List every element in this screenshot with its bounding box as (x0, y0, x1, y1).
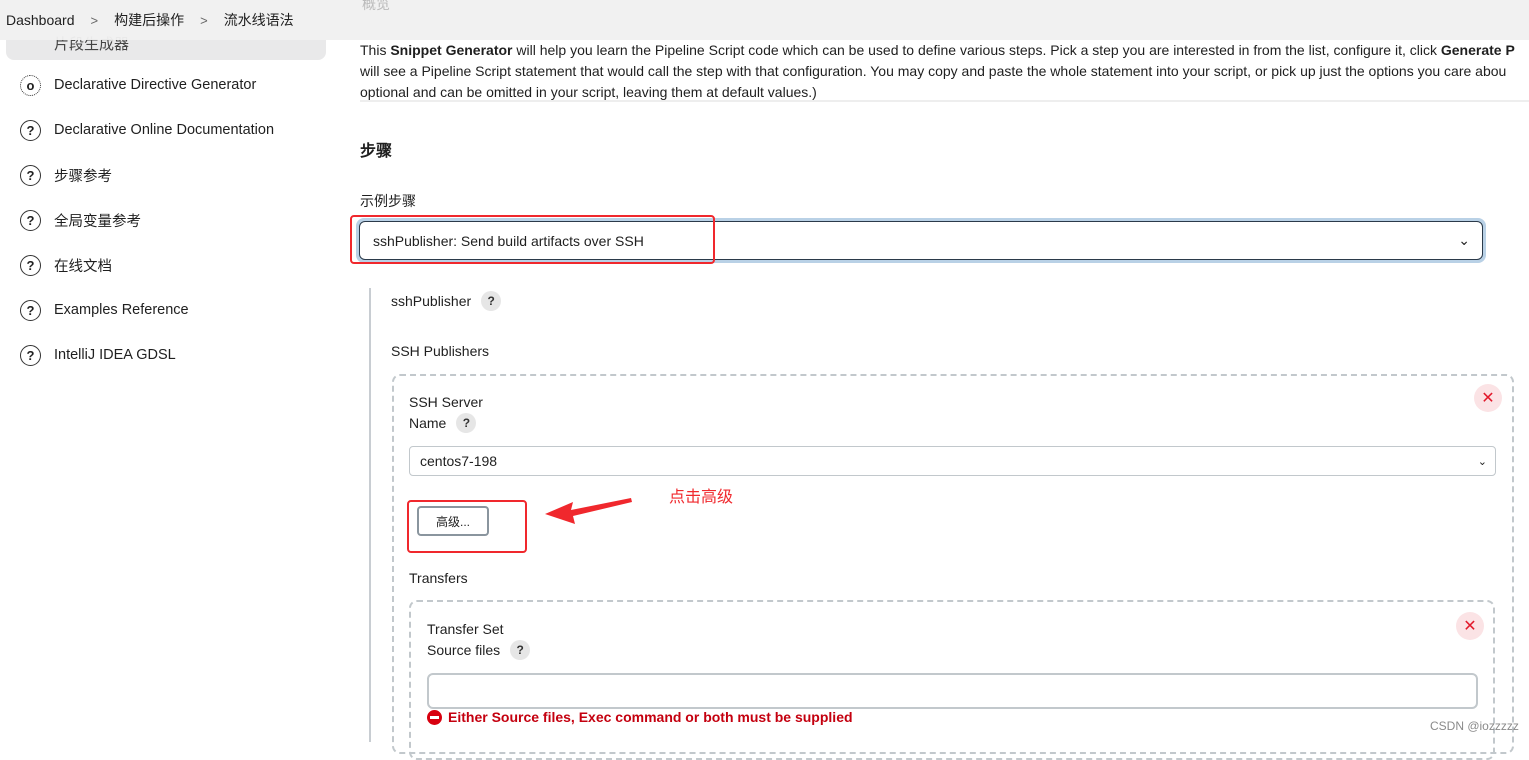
error-icon (427, 709, 442, 725)
ssh-publishers-label: SSH Publishers (391, 343, 490, 359)
chevron-down-icon: ⌄ (1458, 232, 1470, 248)
snippet-description: This Snippet Generator will help you lea… (360, 40, 1529, 102)
help-circle-icon: ? (20, 164, 41, 186)
sidebar-item-intellij-gdsl[interactable]: ? IntelliJ IDEA GDSL (20, 343, 176, 367)
chevron-down-icon: ⌄ (1477, 455, 1487, 468)
watermark: CSDN @iozzzzz (1430, 719, 1519, 733)
ssh-server-name-value: centos7-198 (420, 453, 498, 469)
help-icon[interactable]: ? (481, 291, 502, 311)
source-files-input[interactable] (427, 673, 1478, 709)
sidebar-item-online-docs[interactable]: ? Declarative Online Documentation (20, 118, 274, 142)
sidebar-item-directive-generator[interactable]: o Declarative Directive Generator (20, 73, 256, 97)
sidebar-item-label: Declarative Directive Generator (54, 77, 257, 93)
help-circle-icon: ? (20, 209, 41, 231)
transfer-set-label: Transfer Set (427, 621, 504, 637)
help-icon[interactable]: ? (456, 413, 477, 433)
highlight-box (407, 500, 527, 553)
source-files-field: Source files? (427, 640, 531, 660)
overview-heading: 概览 (362, 0, 390, 12)
sidebar-item-label: Examples Reference (54, 302, 189, 318)
breadcrumb-pipeline-syntax[interactable]: 流水线语法 (224, 10, 294, 30)
steps-heading: 步骤 (360, 143, 393, 160)
ssh-publisher-field: sshPublisher? (391, 291, 502, 311)
sidebar-item-global-vars[interactable]: ? 全局变量参考 (20, 208, 141, 232)
close-icon[interactable]: ✕ (1474, 384, 1502, 412)
chevron-right-icon: > (200, 12, 208, 28)
annotation-text: 点击高级 (669, 489, 734, 506)
name-field: Name? (409, 413, 477, 433)
gear-icon: o (20, 74, 41, 96)
help-circle-icon: ? (20, 299, 41, 321)
ssh-server-label: SSH Server (409, 394, 483, 410)
help-circle-icon: ? (20, 119, 41, 141)
ssh-server-name-select[interactable]: centos7-198 ⌄ (409, 446, 1496, 476)
chevron-right-icon: > (90, 12, 99, 28)
sidebar-item-label: 全局变量参考 (54, 213, 141, 230)
help-icon[interactable]: ? (510, 640, 531, 660)
highlight-box (350, 215, 715, 264)
help-circle-icon: ? (20, 254, 41, 276)
sidebar-item-online-documentation[interactable]: ? 在线文档 (20, 253, 112, 277)
section-divider (369, 288, 371, 742)
close-icon[interactable]: ✕ (1456, 612, 1484, 640)
sidebar-item-label: IntelliJ IDEA GDSL (54, 347, 176, 363)
sample-step-label: 示例步骤 (360, 193, 416, 209)
sidebar-item-label: Declarative Online Documentation (54, 122, 275, 138)
breadcrumb: Dashboard > 构建后操作 > 流水线语法 (0, 0, 1529, 40)
breadcrumb-dashboard[interactable]: Dashboard (6, 12, 75, 28)
sidebar-item-steps-reference[interactable]: ? 步骤参考 (20, 163, 112, 187)
arrow-annotation-icon (545, 498, 632, 524)
help-circle-icon: ? (20, 344, 41, 366)
sidebar-item-label: 步骤参考 (54, 168, 112, 185)
sidebar-item-examples-reference[interactable]: ? Examples Reference (20, 298, 189, 322)
sidebar-item-label: 在线文档 (54, 258, 112, 275)
transfers-label: Transfers (409, 570, 468, 586)
breadcrumb-post-build[interactable]: 构建后操作 (114, 10, 184, 30)
validation-error: Either Source files, Exec command or bot… (427, 709, 853, 725)
